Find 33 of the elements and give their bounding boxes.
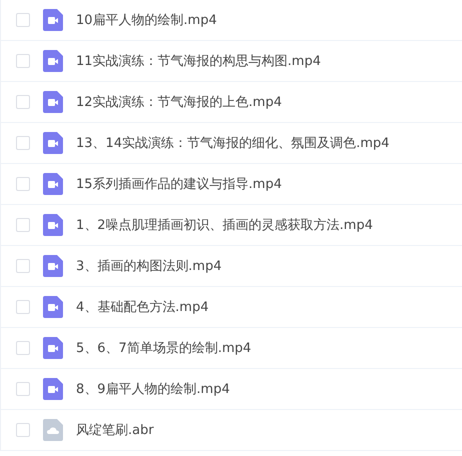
checkbox[interactable] [16,13,30,27]
video-file-icon [43,296,63,318]
video-file-icon [43,173,63,195]
checkbox[interactable] [16,341,30,355]
file-name[interactable]: 4、基础配色方法.mp4 [76,298,209,316]
checkbox[interactable] [16,218,30,232]
video-file-icon [43,9,63,31]
file-name[interactable]: 8、9扁平人物的绘制.mp4 [76,380,230,398]
video-file-icon [43,132,63,154]
file-name[interactable]: 15系列插画作品的建议与指导.mp4 [76,175,282,193]
video-file-icon [43,255,63,277]
cloud-file-icon [43,419,63,441]
file-name[interactable]: 11实战演练：节气海报的构思与构图.mp4 [76,52,321,70]
checkbox[interactable] [16,423,30,437]
video-file-icon [43,378,63,400]
file-name[interactable]: 10扁平人物的绘制.mp4 [76,11,217,29]
video-file-icon [43,91,63,113]
checkbox[interactable] [16,259,30,273]
checkbox[interactable] [16,136,30,150]
checkbox[interactable] [16,95,30,109]
checkbox[interactable] [16,382,30,396]
file-name[interactable]: 5、6、7简单场景的绘制.mp4 [76,339,252,357]
file-name[interactable]: 12实战演练：节气海报的上色.mp4 [76,93,282,111]
checkbox[interactable] [16,177,30,191]
checkbox[interactable] [16,300,30,314]
file-name[interactable]: 3、插画的构图法则.mp4 [76,257,222,275]
checkbox[interactable] [16,54,30,68]
file-name[interactable]: 风绽笔刷.abr [76,421,154,439]
video-file-icon [43,50,63,72]
video-file-icon [43,337,63,359]
file-name[interactable]: 13、14实战演练：节气海报的细化、氛围及调色.mp4 [76,134,390,152]
file-name[interactable]: 1、2噪点肌理插画初识、插画的灵感获取方法.mp4 [76,216,373,234]
video-file-icon [43,214,63,236]
